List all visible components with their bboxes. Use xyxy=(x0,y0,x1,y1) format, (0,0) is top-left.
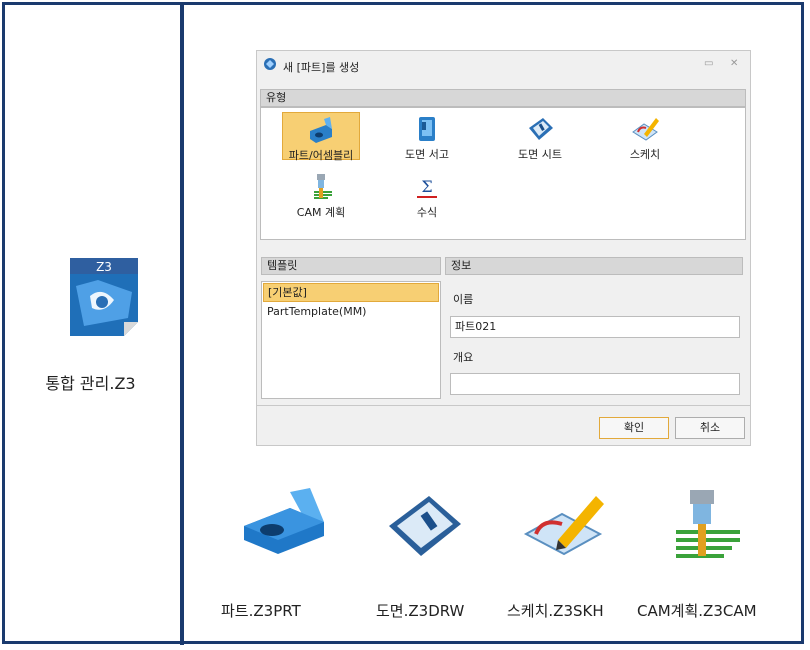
type-equation[interactable]: Σ 수식 xyxy=(388,170,466,219)
svg-text:Σ: Σ xyxy=(421,177,432,196)
close-icon[interactable]: ✕ xyxy=(730,58,738,69)
type-cam-plan[interactable]: CAM 계획 xyxy=(282,170,360,219)
type-label: 도면 서고 xyxy=(405,148,449,161)
type-part-assembly[interactable]: 파트/어셈블리 xyxy=(282,112,360,162)
drawing-sheet-icon xyxy=(529,118,553,140)
dialog-separator xyxy=(257,405,750,406)
cam-file-icon xyxy=(660,488,750,564)
new-part-dialog: 새 [파트]를 생성 ▭ ✕ 유형 파트/어셈블리 도면 서고 도면 시트 스케… xyxy=(256,50,751,446)
panel-divider xyxy=(180,2,184,645)
z3-logo-icon xyxy=(263,57,277,74)
info-section-header: 정보 xyxy=(445,257,743,275)
dialog-title: 새 [파트]를 생성 xyxy=(283,61,360,74)
pin-icon[interactable]: ▭ xyxy=(704,58,713,69)
sketch-icon xyxy=(632,118,659,141)
equation-icon: Σ xyxy=(417,177,437,198)
type-panel: 파트/어셈블리 도면 서고 도면 시트 스케치 CAM 계획 Σ 수식 xyxy=(260,107,746,240)
svg-text:Z3: Z3 xyxy=(96,260,112,274)
type-label: CAM 계획 xyxy=(296,206,346,219)
drawing-file-icon xyxy=(385,490,465,564)
drawing-library-icon xyxy=(419,117,435,141)
template-item[interactable]: [기본값] xyxy=(263,283,439,302)
type-sketch[interactable]: 스케치 xyxy=(606,112,684,161)
description-input[interactable] xyxy=(450,373,740,395)
template-item[interactable]: PartTemplate(MM) xyxy=(263,303,439,320)
name-input[interactable]: 파트021 xyxy=(450,316,740,338)
part-assembly-icon xyxy=(310,117,332,143)
cam-plan-icon xyxy=(314,174,332,199)
file-type-label[interactable]: CAM계획.Z3CAM xyxy=(637,600,757,621)
template-list: [기본값] PartTemplate(MM) xyxy=(261,281,441,399)
type-section-header: 유형 xyxy=(260,89,746,107)
type-label: 스케치 xyxy=(629,148,661,161)
type-drawing-library[interactable]: 도면 서고 xyxy=(388,112,466,161)
cancel-button[interactable]: 취소 xyxy=(675,417,745,439)
ok-button[interactable]: 확인 xyxy=(599,417,669,439)
file-type-label[interactable]: 스케치.Z3SKH xyxy=(507,600,604,621)
app-label[interactable]: 통합 관리.Z3 xyxy=(0,370,181,394)
template-section-header: 템플릿 xyxy=(261,257,441,275)
name-label: 이름 xyxy=(453,293,474,306)
file-type-label[interactable]: 파트.Z3PRT xyxy=(221,600,301,621)
type-label: 수식 xyxy=(416,206,438,219)
part-file-icon xyxy=(240,486,330,560)
type-label: 도면 시트 xyxy=(518,148,562,161)
dialog-titlebar[interactable]: 새 [파트]를 생성 ▭ ✕ xyxy=(257,51,750,79)
sketch-file-icon xyxy=(522,490,612,564)
type-drawing-sheet[interactable]: 도면 시트 xyxy=(501,112,579,161)
description-label: 개요 xyxy=(453,351,474,364)
z3-manager-icon: Z3 xyxy=(68,256,140,338)
file-type-label[interactable]: 도면.Z3DRW xyxy=(376,600,464,621)
type-label: 파트/어셈블리 xyxy=(288,149,354,162)
